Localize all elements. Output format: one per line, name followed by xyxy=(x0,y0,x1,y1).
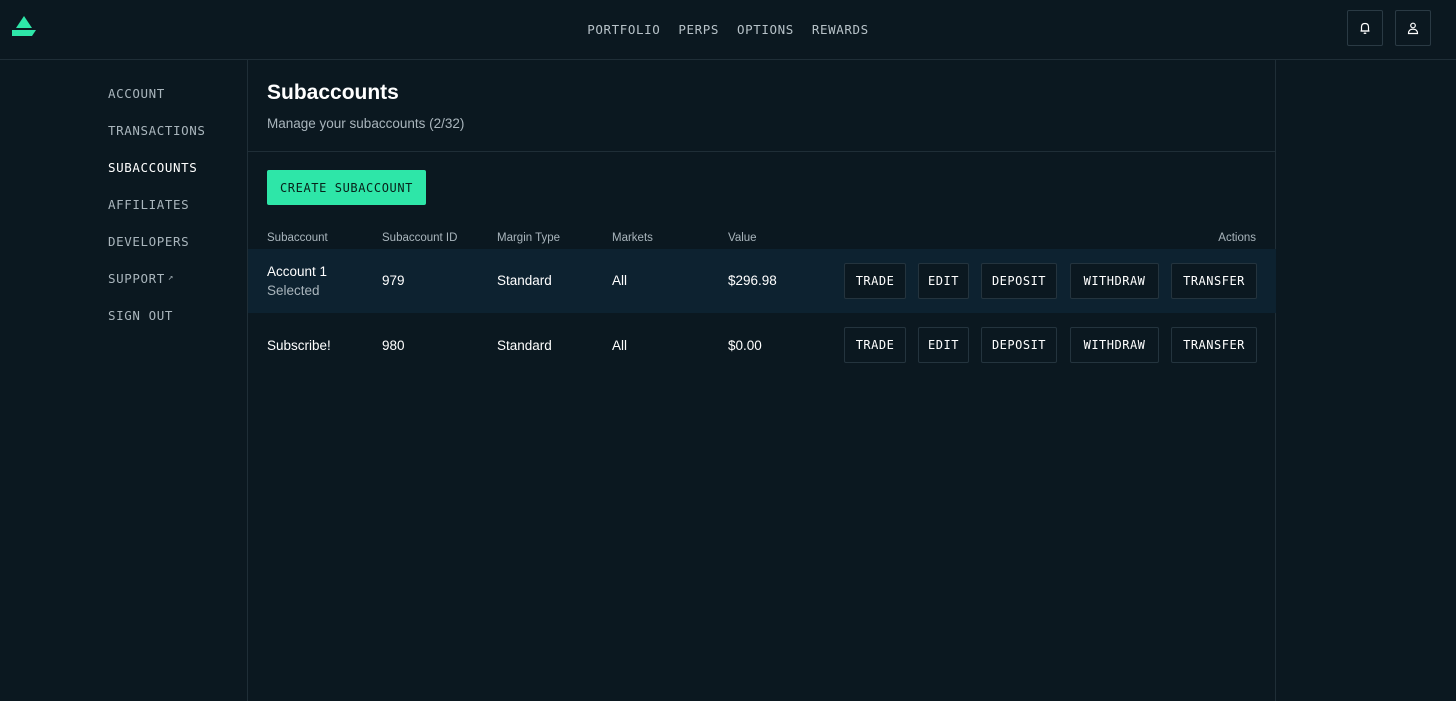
sidebar-item-support[interactable]: SUPPORT ↗ xyxy=(108,271,174,286)
value: $0.00 xyxy=(728,338,762,353)
subaccount-name: Subscribe! xyxy=(267,338,331,353)
user-icon xyxy=(1407,22,1419,35)
edit-button[interactable]: EDIT xyxy=(918,263,969,299)
bell-icon xyxy=(1360,22,1370,34)
margin-type: Standard xyxy=(497,338,552,353)
nav-perps[interactable]: PERPS xyxy=(678,22,719,37)
trade-button[interactable]: TRADE xyxy=(844,263,906,299)
subaccount-id: 980 xyxy=(382,338,405,353)
edit-button[interactable]: EDIT xyxy=(918,327,969,363)
deposit-button[interactable]: DEPOSIT xyxy=(981,263,1057,299)
transfer-button[interactable]: TRANSFER xyxy=(1171,263,1257,299)
nav-options[interactable]: OPTIONS xyxy=(737,22,794,37)
sidebar-item-account[interactable]: ACCOUNT xyxy=(108,86,165,101)
page-header: Subaccounts Manage your subaccounts (2/3… xyxy=(248,60,1276,152)
withdraw-button[interactable]: WITHDRAW xyxy=(1070,327,1159,363)
markets: All xyxy=(612,338,628,353)
margin-type: Standard xyxy=(497,273,552,288)
column-header-value: Value xyxy=(728,232,757,244)
markets: All xyxy=(612,273,628,288)
withdraw-button[interactable]: WITHDRAW xyxy=(1070,263,1159,299)
notifications-button[interactable] xyxy=(1347,10,1383,46)
subaccount-name: Account 1 xyxy=(267,264,328,279)
column-header-markets: Markets xyxy=(612,232,653,244)
column-header-subaccount-id: Subaccount ID xyxy=(382,232,458,244)
main-content: Subaccounts Manage your subaccounts (2/3… xyxy=(248,60,1276,701)
top-nav: PORTFOLIO PERPS OPTIONS REWARDS xyxy=(0,0,1456,58)
sidebar-item-transactions[interactable]: TRANSACTIONS xyxy=(108,123,206,138)
table-row[interactable]: Subscribe! 980 Standard All $0.00 TRADE … xyxy=(248,313,1276,377)
sidebar-item-sign-out[interactable]: SIGN OUT xyxy=(108,308,173,323)
page-title: Subaccounts xyxy=(267,81,399,104)
selected-status: Selected xyxy=(267,283,320,298)
profile-button[interactable] xyxy=(1395,10,1431,46)
column-header-actions: Actions xyxy=(1218,232,1256,244)
sidebar-item-affiliates[interactable]: AFFILIATES xyxy=(108,197,189,212)
subaccount-name-cell: Account 1 Selected xyxy=(267,264,327,298)
sidebar-item-support-label: SUPPORT xyxy=(108,271,165,286)
value: $296.98 xyxy=(728,273,777,288)
nav-portfolio[interactable]: PORTFOLIO xyxy=(587,22,660,37)
subaccount-id: 979 xyxy=(382,273,405,288)
logo-icon[interactable] xyxy=(10,14,38,38)
nav-rewards[interactable]: REWARDS xyxy=(812,22,869,37)
sidebar-item-developers[interactable]: DEVELOPERS xyxy=(108,234,189,249)
trade-button[interactable]: TRADE xyxy=(844,327,906,363)
table-row[interactable]: Account 1 Selected 979 Standard All $296… xyxy=(248,249,1276,313)
column-header-margin-type: Margin Type xyxy=(497,232,561,244)
transfer-button[interactable]: TRANSFER xyxy=(1171,327,1257,363)
sidebar-item-subaccounts[interactable]: SUBACCOUNTS xyxy=(108,160,197,175)
deposit-button[interactable]: DEPOSIT xyxy=(981,327,1057,363)
top-header: PORTFOLIO PERPS OPTIONS REWARDS xyxy=(0,0,1456,60)
page-subtitle: Manage your subaccounts (2/32) xyxy=(267,116,465,131)
column-header-subaccount: Subaccount xyxy=(267,232,328,244)
create-subaccount-button[interactable]: CREATE SUBACCOUNT xyxy=(267,170,426,205)
external-link-icon: ↗ xyxy=(167,273,174,283)
sidebar: ACCOUNT TRANSACTIONS SUBACCOUNTS AFFILIA… xyxy=(0,60,248,701)
